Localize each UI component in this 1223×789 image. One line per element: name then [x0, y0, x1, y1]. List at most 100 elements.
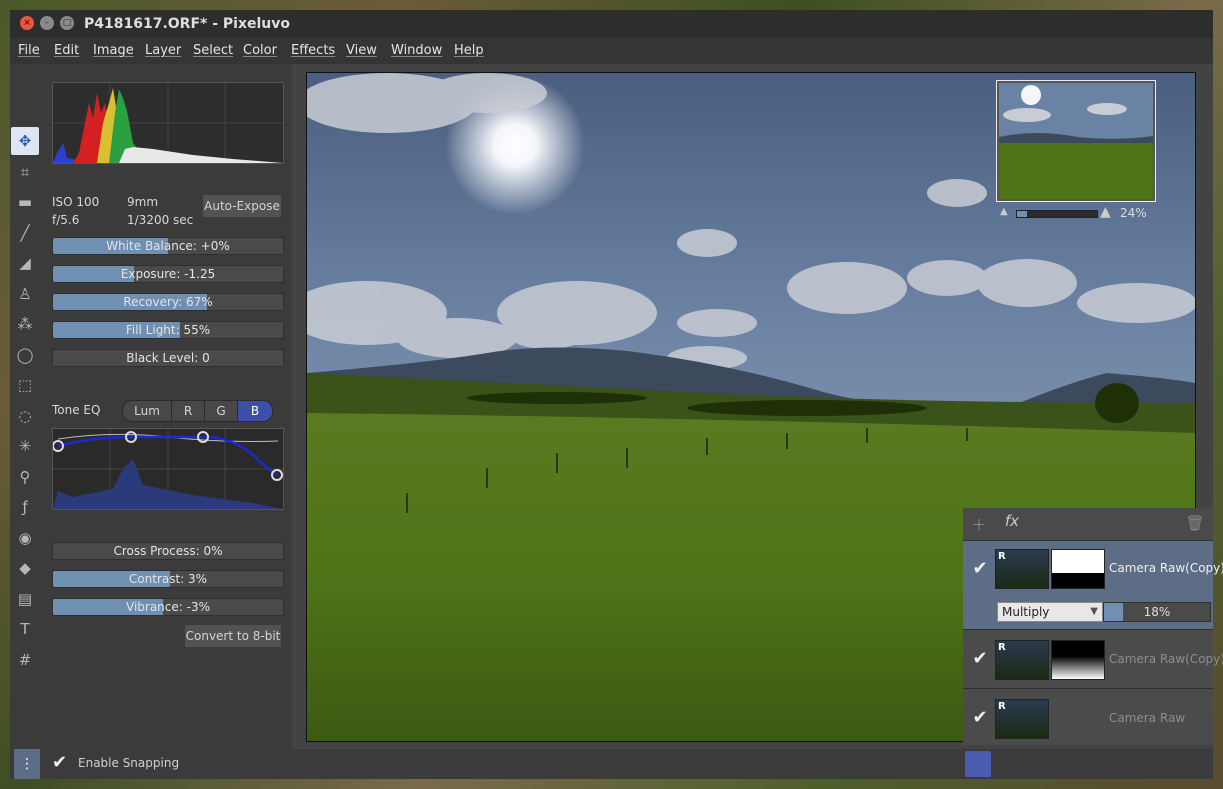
slider-label: Black Level: 0	[126, 351, 210, 365]
zoom-slider-fill	[1017, 211, 1027, 217]
menu-window[interactable]: Window	[391, 38, 442, 64]
histogram-graph	[53, 83, 283, 163]
slider-label: Contrast: 3%	[128, 572, 208, 586]
slider-cross-process[interactable]: Cross Process: 0%	[52, 542, 284, 560]
layer-mask-thumbnail	[1051, 549, 1105, 589]
rect-select-tool-icon[interactable]: ⬚	[11, 371, 39, 399]
new-layer-icon[interactable]: ＋	[969, 514, 989, 534]
slider-label: Fill Light: 55%	[125, 323, 211, 337]
layer-visibility-checkbox[interactable]: ✔	[969, 558, 991, 580]
close-button[interactable]: ×	[20, 16, 34, 30]
fx-icon[interactable]: fx	[1001, 512, 1023, 534]
raw-badge-icon: R	[998, 642, 1006, 653]
menu-select[interactable]: Select	[193, 38, 233, 64]
minimize-button[interactable]: –	[40, 16, 54, 30]
fill-tool-icon[interactable]: ◆	[11, 554, 39, 582]
grid-tool-icon[interactable]: #	[11, 646, 39, 674]
app-window: × – □ P4181617.ORF* - Pixeluvo File Edit…	[10, 10, 1223, 779]
gradient-tool-icon[interactable]: ▤	[11, 585, 39, 613]
effect-brush-tool-icon[interactable]: ƒ	[11, 493, 39, 521]
aperture-value: f/5.6	[52, 213, 80, 227]
lasso-tool-icon[interactable]: ◯	[11, 341, 39, 369]
layer-row[interactable]: ✔ R Camera Raw	[963, 688, 1213, 745]
straighten-tool-icon[interactable]: ▬	[11, 188, 39, 216]
menu-layer[interactable]: Layer	[145, 38, 181, 64]
magic-wand-tool-icon[interactable]: ✳	[11, 432, 39, 460]
slider-contrast[interactable]: Contrast: 3%	[52, 570, 284, 588]
tone-curve-graph	[52, 429, 283, 509]
menu-view[interactable]: View	[346, 38, 377, 64]
iso-value: ISO 100	[52, 195, 100, 209]
navigator-thumbnail[interactable]	[996, 80, 1156, 202]
brush-tool-icon[interactable]: ╱	[11, 219, 39, 247]
zoom-out-icon[interactable]: ▲	[1000, 206, 1008, 217]
layers-toggle-icon	[965, 751, 991, 777]
title-bar: × – □ P4181617.ORF* - Pixeluvo	[10, 10, 1213, 38]
slider-black-level[interactable]: Black Level: 0	[52, 349, 284, 367]
layer-row[interactable]: ✔ R Camera Raw(Copy) Multiply ▼ 18%	[963, 540, 1223, 629]
focal-length-value: 9mm	[127, 195, 159, 209]
menu-color[interactable]: Color	[243, 38, 277, 64]
move-tool-icon[interactable]: ✥	[11, 127, 39, 155]
slider-fill-light[interactable]: Fill Light: 55%	[52, 321, 284, 339]
redeye-tool-icon[interactable]: ◉	[11, 524, 39, 552]
layer-thumbnail: R	[995, 699, 1049, 739]
chevron-down-icon: ▼	[1090, 606, 1098, 617]
zoom-in-icon[interactable]: ▲	[1100, 204, 1111, 220]
tone-eq-curve[interactable]	[52, 428, 284, 510]
slider-exposure[interactable]: Exposure: -1.25	[52, 265, 284, 283]
ellipse-select-tool-icon[interactable]: ◌	[11, 402, 39, 430]
color-picker-tool-icon[interactable]: ⚲	[11, 463, 39, 491]
layer-opacity-slider[interactable]: 18%	[1103, 602, 1211, 622]
navigator-zoom: ▲ ▲ 24%	[996, 204, 1154, 222]
layer-opacity-value: 18%	[1143, 605, 1171, 619]
snapping-checkbox[interactable]: ✔	[52, 752, 67, 773]
menu-help[interactable]: Help	[454, 38, 484, 64]
window-title: P4181617.ORF* - Pixeluvo	[84, 16, 290, 32]
slider-recovery[interactable]: Recovery: 67%	[52, 293, 284, 311]
menu-bar: File Edit Image Layer Select Color Effec…	[10, 38, 1213, 64]
snapping-label: Enable Snapping	[78, 756, 180, 770]
maximize-button[interactable]: □	[60, 16, 74, 30]
menu-file[interactable]: File	[18, 38, 40, 64]
layer-name: Camera Raw(Copy)	[1109, 561, 1223, 575]
slider-label: Cross Process: 0%	[113, 544, 223, 558]
layer-name: Camera Raw	[1109, 711, 1186, 725]
tone-eq-lum-button[interactable]: Lum	[122, 400, 172, 422]
trash-icon[interactable]: 🗑	[1185, 514, 1205, 534]
convert-8bit-button[interactable]: Convert to 8-bit	[184, 624, 282, 648]
slider-white-balance[interactable]: White Balance: +0%	[52, 237, 284, 255]
menu-edit[interactable]: Edit	[54, 38, 79, 64]
raw-badge-icon: R	[998, 701, 1006, 712]
navigator-image	[999, 83, 1153, 199]
healing-tool-icon[interactable]: ⁂	[11, 310, 39, 338]
layer-row[interactable]: ✔ R Camera Raw(Copy)	[963, 629, 1223, 688]
layers-panel: ＋ fx 🗑 ✔ R Camera Raw(Copy) Multiply ▼ 18% ✔ R C…	[963, 508, 1223, 778]
panel-toggle-icon[interactable]: ⋮	[14, 749, 40, 779]
layers-toggle[interactable]	[963, 749, 993, 779]
layers-toolbar: ＋ fx 🗑	[963, 508, 1213, 540]
auto-expose-button[interactable]: Auto-Expose	[202, 194, 282, 218]
blend-mode-select[interactable]: Multiply ▼	[997, 602, 1103, 622]
layer-thumbnail: R	[995, 640, 1049, 680]
zoom-percent: 24%	[1120, 206, 1147, 220]
eraser-tool-icon[interactable]: ◢	[11, 249, 39, 277]
clone-stamp-tool-icon[interactable]: ♙	[11, 280, 39, 308]
slider-label: White Balance: +0%	[106, 239, 230, 253]
layer-visibility-checkbox[interactable]: ✔	[969, 707, 991, 729]
tone-eq-b-button[interactable]: B	[237, 400, 273, 422]
tone-eq-r-button[interactable]: R	[171, 400, 205, 422]
menu-image[interactable]: Image	[93, 38, 134, 64]
blend-mode-value: Multiply	[1002, 605, 1050, 619]
layer-visibility-checkbox[interactable]: ✔	[969, 648, 991, 670]
layer-name: Camera Raw(Copy)	[1109, 652, 1223, 666]
tone-eq-g-button[interactable]: G	[204, 400, 238, 422]
slider-vibrance[interactable]: Vibrance: -3%	[52, 598, 284, 616]
text-tool-icon[interactable]: T	[11, 615, 39, 643]
crop-tool-icon[interactable]: ⌗	[11, 158, 39, 186]
slider-label: Vibrance: -3%	[126, 600, 210, 614]
menu-effects[interactable]: Effects	[291, 38, 335, 64]
zoom-slider[interactable]	[1016, 210, 1098, 218]
shutter-value: 1/3200 sec	[127, 213, 194, 227]
layer-thumbnail: R	[995, 549, 1049, 589]
